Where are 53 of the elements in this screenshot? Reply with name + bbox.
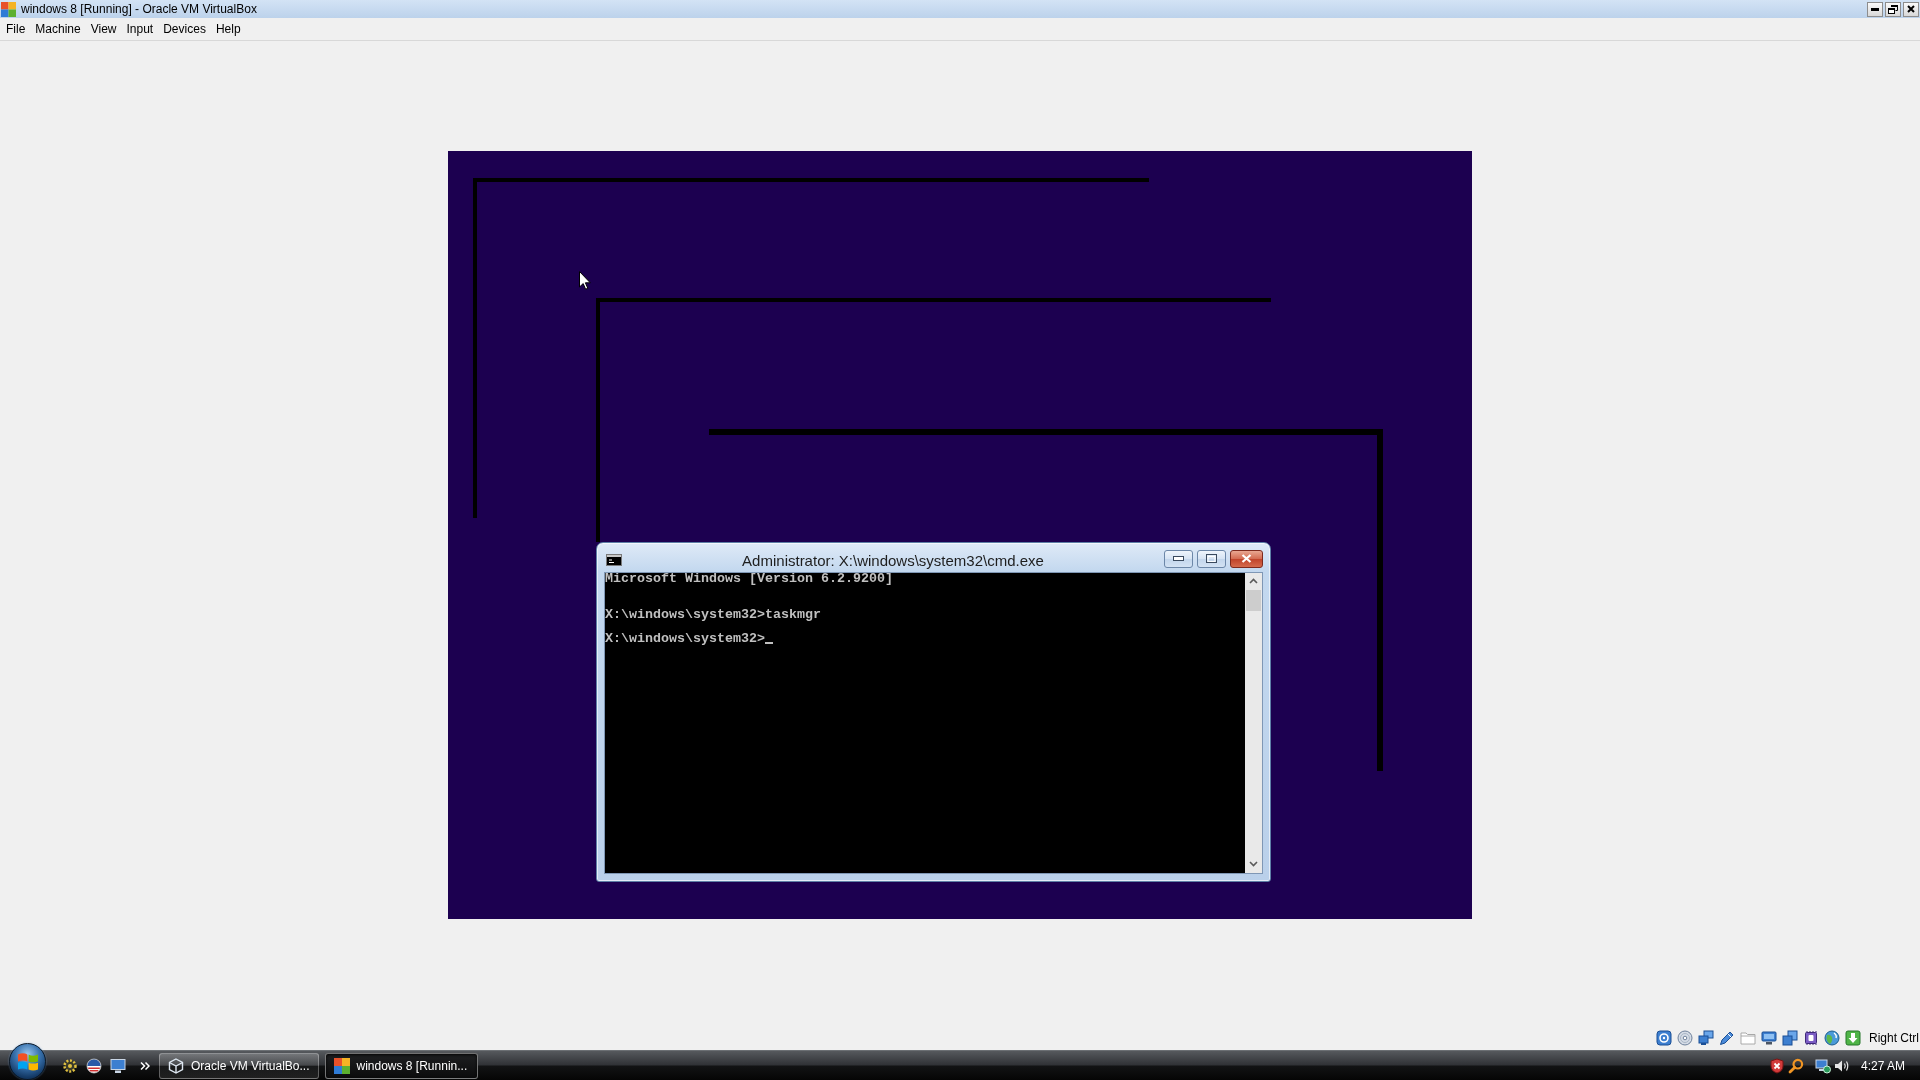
sun-icon[interactable] <box>62 1057 78 1074</box>
close-button[interactable] <box>1903 1 1919 17</box>
disk-icon[interactable] <box>1656 1030 1672 1046</box>
close-icon <box>1907 5 1915 13</box>
down-arrow-icon[interactable] <box>1845 1030 1861 1046</box>
cube-icon <box>168 1057 184 1074</box>
magnifier-icon[interactable] <box>1787 1057 1804 1074</box>
tiles-icon <box>1 1 16 17</box>
squares-icon[interactable] <box>1782 1030 1798 1046</box>
network-icon[interactable] <box>1698 1030 1714 1046</box>
window-title: Administrator: X:\windows\system32\cmd.exe <box>742 551 1044 570</box>
menu-item[interactable]: Help <box>210 20 246 38</box>
restore-icon <box>1888 4 1898 14</box>
minimize-button[interactable] <box>1164 549 1193 568</box>
maximize-button[interactable] <box>1197 549 1226 568</box>
striped-disc-icon[interactable] <box>86 1057 102 1074</box>
minimize-button[interactable] <box>1867 1 1883 17</box>
taskbar-button[interactable]: Oracle VM VirtualBo... <box>159 1052 319 1079</box>
restore-button[interactable] <box>1885 1 1901 17</box>
scrollbar[interactable] <box>1245 572 1262 873</box>
console-text: X:\windows\system32>taskmgr <box>605 606 821 622</box>
monitor-icon[interactable] <box>110 1057 126 1074</box>
minimize-icon <box>1871 7 1879 11</box>
monitor-icon[interactable] <box>1761 1030 1777 1046</box>
menu-item[interactable]: Input <box>121 20 159 38</box>
scroll-thumb[interactable] <box>1246 589 1261 611</box>
disc-icon[interactable] <box>1677 1030 1693 1046</box>
close-button[interactable] <box>1230 549 1263 568</box>
chevron-up-icon <box>1249 578 1258 584</box>
console-text: X:\windows\system32> <box>605 630 765 646</box>
pen-icon[interactable] <box>1719 1030 1735 1046</box>
maximize-icon <box>1206 554 1217 563</box>
flag-icon <box>17 1051 38 1072</box>
host-key-label: Right Ctrl <box>1869 1031 1919 1045</box>
monitor-globe-icon[interactable] <box>1814 1057 1831 1074</box>
chip-icon[interactable] <box>1803 1030 1819 1046</box>
double-chevron-icon[interactable] <box>140 1060 150 1071</box>
shield-icon[interactable] <box>1768 1057 1785 1074</box>
console-icon <box>606 553 622 566</box>
window-title: windows 8 [Running] - Oracle VM VirtualBox <box>21 2 257 16</box>
chevron-down-icon <box>1249 861 1258 867</box>
menu-item[interactable]: File <box>1 20 31 38</box>
close-icon <box>1241 554 1252 563</box>
start-button[interactable] <box>9 1043 46 1080</box>
mouse-pointer-icon <box>579 270 591 290</box>
clock[interactable]: 4:27 AM <box>1860 1058 1905 1073</box>
menu-item[interactable]: Machine <box>30 20 86 38</box>
globe-icon[interactable] <box>1824 1030 1840 1046</box>
tiles-icon <box>333 1057 350 1074</box>
menu-item[interactable]: View <box>85 20 122 38</box>
menu-item[interactable]: Devices <box>158 20 211 38</box>
taskbar-button[interactable]: windows 8 [Runnin... <box>324 1052 478 1079</box>
minimize-icon <box>1173 556 1184 561</box>
